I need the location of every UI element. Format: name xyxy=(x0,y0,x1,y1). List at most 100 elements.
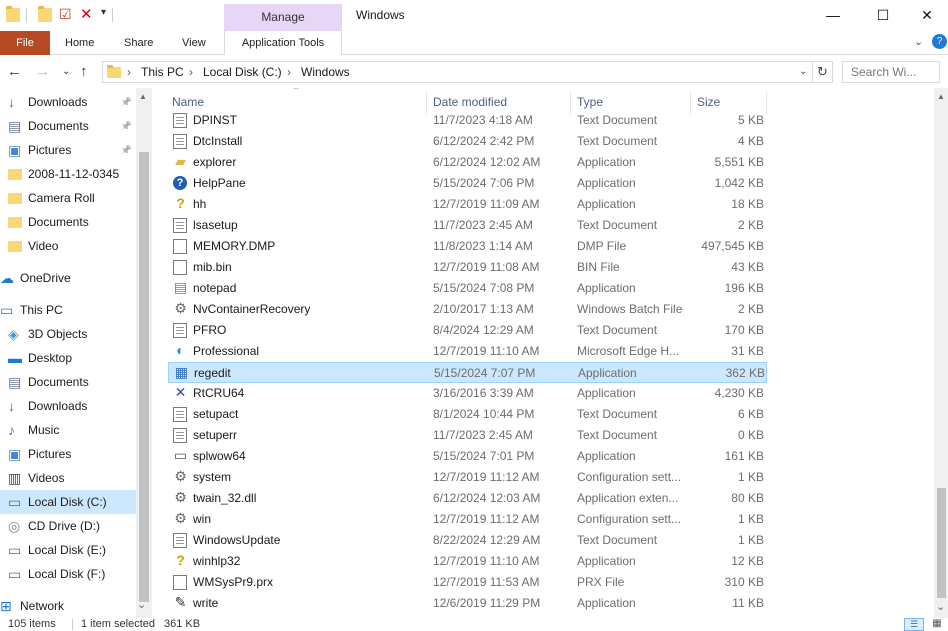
table-row[interactable]: DtcInstall 6/12/2024 2:42 PM Text Document… xyxy=(168,131,767,152)
table-row[interactable]: ⚙ win 12/7/2019 11:12 AM Configuration sett… xyxy=(168,509,767,530)
recent-locations-icon[interactable]: ⌄ xyxy=(62,66,70,77)
manage-tab[interactable]: Manage xyxy=(224,4,342,31)
tab-share[interactable]: Share xyxy=(124,31,153,55)
table-row[interactable]: ⚙ twain_32.dll 6/12/2024 12:03 AM Applicati… xyxy=(168,488,767,509)
sidebar-item-videos[interactable]: ▥ Videos xyxy=(0,466,136,490)
folder-icon xyxy=(8,193,22,204)
breadcrumb-separator-icon[interactable]: › xyxy=(287,65,291,79)
sidebar-item-desktop[interactable]: ▬ Desktop xyxy=(0,346,136,370)
table-row[interactable]: ? winhlp32 12/7/2019 11:10 AM Application 12… xyxy=(168,551,767,572)
table-row[interactable]: PFRO 8/4/2024 12:29 AM Text Document 170 KB xyxy=(168,320,767,341)
column-header-name[interactable]: Name xyxy=(172,95,204,109)
delete-icon[interactable]: ✕ xyxy=(80,5,93,23)
table-row[interactable]: ⚙ NvContainerRecovery 2/10/2017 1:13 AM Win… xyxy=(168,299,767,320)
file-type-cell: Configuration sett... xyxy=(577,470,682,484)
scroll-down-icon[interactable]: ⌄ xyxy=(137,598,146,611)
scroll-down-icon[interactable]: ⌄ xyxy=(936,600,945,613)
table-row[interactable]: MEMORY.DMP 11/8/2023 1:14 AM DMP File 497,5… xyxy=(168,236,767,257)
breadcrumb-local-disk[interactable]: Local Disk (C:) xyxy=(203,65,282,79)
column-header-date[interactable]: Date modified xyxy=(433,95,507,109)
sidebar-item-camera-roll[interactable]: Camera Roll xyxy=(0,186,136,210)
table-row[interactable]: WindowsUpdate 8/22/2024 12:29 AM Text Docu… xyxy=(168,530,767,551)
sidebar-item-downloads[interactable]: ↓ Downloads 📌 xyxy=(0,90,136,114)
help-icon: ? xyxy=(173,176,187,190)
sidebar-item-local-disk-c[interactable]: ▭ Local Disk (C:) xyxy=(0,490,136,514)
table-row[interactable]: lsasetup 11/7/2023 2:45 AM Text Document 2 … xyxy=(168,215,767,236)
tab-home[interactable]: Home xyxy=(65,31,94,55)
address-dropdown-icon[interactable]: ⌄ xyxy=(799,66,807,77)
qat-customize-icon[interactable]: ▾ xyxy=(101,7,106,18)
table-row[interactable]: ? HelpPane 5/15/2024 7:06 PM Application 1,0… xyxy=(168,173,767,194)
minimize-button[interactable]: — xyxy=(810,0,856,31)
table-row[interactable]: ⚙ system 12/7/2019 11:12 AM Configuration s… xyxy=(168,467,767,488)
table-row[interactable]: ▰ explorer 6/12/2024 12:02 AM Application 5,… xyxy=(168,152,767,173)
help-icon[interactable]: ? xyxy=(932,34,947,49)
address-bar[interactable]: › This PC › Local Disk (C:) › Windows ⌄ xyxy=(102,61,813,83)
pin-icon[interactable]: 📌 xyxy=(121,90,132,114)
sidebar-item-documents[interactable]: Documents xyxy=(0,210,136,234)
table-row[interactable]: ▤ notepad 5/15/2024 7:08 PM Application 196 … xyxy=(168,278,767,299)
properties-icon[interactable]: ☑ xyxy=(59,6,72,23)
new-folder-icon[interactable] xyxy=(38,6,52,22)
table-row[interactable]: ✎ write 12/6/2019 11:29 PM Application 11 KB xyxy=(168,593,767,614)
table-row[interactable]: mib.bin 12/7/2019 11:08 AM BIN File 43 KB xyxy=(168,257,767,278)
file-date-cell: 12/7/2019 11:09 AM xyxy=(433,197,540,211)
sidebar-item-2008-11-12-0345[interactable]: 2008-11-12-0345 xyxy=(0,162,136,186)
breadcrumb-separator-icon[interactable]: › xyxy=(189,65,193,79)
sidebar-item-local-disk-f[interactable]: ▭ Local Disk (F:) xyxy=(0,562,136,586)
table-row[interactable]: ? hh 12/7/2019 11:09 AM Application 18 KB xyxy=(168,194,767,215)
tab-file[interactable]: File xyxy=(0,31,50,55)
table-row[interactable]: setupact 8/1/2024 10:44 PM Text Document 6 … xyxy=(168,404,767,425)
sidebar-item-music[interactable]: ♪ Music xyxy=(0,418,136,442)
sidebar-item-3d-objects[interactable]: ◈ 3D Objects xyxy=(0,322,136,346)
table-row[interactable]: ▭ splwow64 5/15/2024 7:01 PM Application 161… xyxy=(168,446,767,467)
table-row[interactable]: ▦ regedit 5/15/2024 7:07 PM Application 362 … xyxy=(168,362,767,383)
sidebar-item-documents[interactable]: ▤ Documents 📌 xyxy=(0,114,136,138)
up-arrow-icon[interactable]: ↑ xyxy=(80,63,88,80)
pin-icon[interactable]: 📌 xyxy=(121,114,132,138)
back-arrow-icon[interactable]: ← xyxy=(7,63,22,80)
column-header-type[interactable]: Type xyxy=(577,95,603,109)
tab-view[interactable]: View xyxy=(182,31,206,55)
table-row[interactable]: setuperr 11/7/2023 2:45 AM Text Document 0 … xyxy=(168,425,767,446)
table-row[interactable]: WMSysPr9.prx 12/7/2019 11:53 AM PRX File 31… xyxy=(168,572,767,593)
scroll-up-icon[interactable]: ▲ xyxy=(139,92,147,101)
sidebar-item-onedrive[interactable]: ☁ OneDrive xyxy=(0,266,136,290)
tab-application-tools[interactable]: Application Tools xyxy=(224,31,342,55)
sidebar-item-pictures[interactable]: ▣ Pictures 📌 xyxy=(0,138,136,162)
file-date-cell: 6/12/2024 12:03 AM xyxy=(433,491,541,505)
close-button[interactable]: ✕ xyxy=(904,0,948,31)
search-input[interactable]: Search Wi... xyxy=(842,61,940,83)
pin-icon[interactable]: 📌 xyxy=(121,138,132,162)
folder-icon xyxy=(8,241,22,252)
refresh-icon[interactable]: ↻ xyxy=(813,61,833,83)
sidebar-item-cd-drive-d[interactable]: ◎ CD Drive (D:) xyxy=(0,514,136,538)
sidebar-item-pictures[interactable]: ▣ Pictures xyxy=(0,442,136,466)
details-view-icon[interactable]: ☰ xyxy=(904,618,924,631)
sidebar-item-network[interactable]: ⊞ Network xyxy=(0,594,136,618)
file-name-cell: splwow64 xyxy=(193,449,246,463)
sidebar-item-this-pc[interactable]: ▭ This PC xyxy=(0,298,136,322)
sidebar-item-local-disk-e[interactable]: ▭ Local Disk (E:) xyxy=(0,538,136,562)
file-type-cell: Configuration sett... xyxy=(577,512,682,526)
sidebar-item-video[interactable]: Video xyxy=(0,234,136,258)
ribbon-expand-icon[interactable]: ⌄ xyxy=(914,35,923,48)
maximize-button[interactable]: ☐ xyxy=(860,0,906,31)
file-type-cell: Microsoft Edge H... xyxy=(577,344,680,358)
table-row[interactable]: ✕ RtCRU64 3/16/2016 3:39 AM Application 4,23… xyxy=(168,383,767,404)
file-name-cell: PFRO xyxy=(193,323,227,337)
file-size-cell: 2 KB xyxy=(737,218,764,232)
breadcrumb-separator-icon[interactable]: › xyxy=(127,65,131,79)
sidebar-item-downloads[interactable]: ↓ Downloads xyxy=(0,394,136,418)
breadcrumb-this-pc[interactable]: This PC xyxy=(141,65,184,79)
table-row[interactable]: DPINST 11/7/2023 4:18 AM Text Document 5 KB xyxy=(168,110,767,131)
scroll-up-icon[interactable]: ▲ xyxy=(937,92,945,101)
breadcrumb-windows[interactable]: Windows xyxy=(301,65,350,79)
file-list-scroll-thumb[interactable] xyxy=(937,488,946,598)
column-header-size[interactable]: Size xyxy=(697,95,720,109)
sidebar-item-documents[interactable]: ▤ Documents xyxy=(0,370,136,394)
table-row[interactable]: ◐ Professional 12/7/2019 11:10 AM Microsoft… xyxy=(168,341,767,362)
sidebar-scroll-thumb[interactable] xyxy=(139,152,149,602)
forward-arrow-icon[interactable]: → xyxy=(35,63,50,80)
large-icons-view-icon[interactable]: ▦ xyxy=(928,618,946,631)
